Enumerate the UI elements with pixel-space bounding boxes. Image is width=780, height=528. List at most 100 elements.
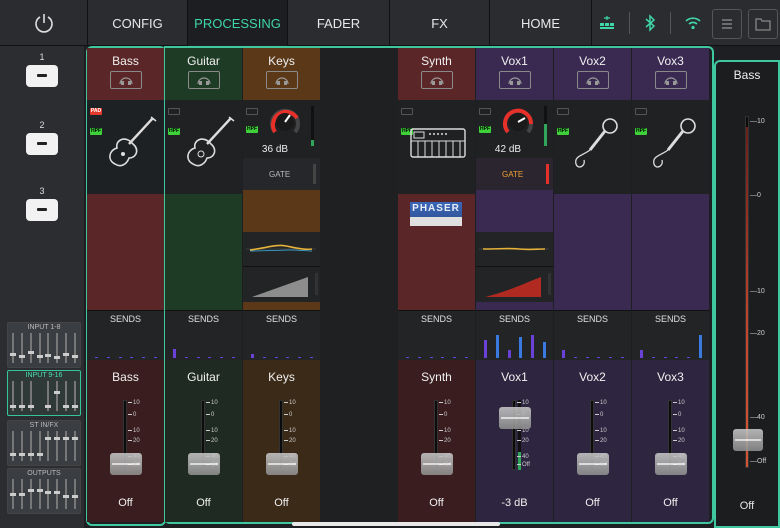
fader-handle[interactable] (266, 453, 298, 476)
channel-strip-keys[interactable]: Keys HPF 36 dB GATE SENDS Keys 10 0 10 2… (243, 48, 320, 522)
layer-3[interactable]: 3 (0, 186, 84, 221)
headphone-solo-button[interactable] (655, 71, 687, 89)
input-processing[interactable]: HPF 36 dB (243, 100, 320, 158)
layer-3-button[interactable] (26, 199, 58, 221)
sends-label: SENDS (420, 314, 452, 324)
channel-strip-guitar[interactable]: Guitar HPF SENDS Guitar 100102040Off Off (165, 48, 242, 522)
layer-1[interactable]: 1 (0, 52, 84, 87)
channel-strip-synth[interactable]: Synth HPF PHASER SENDS Synth 100102040Of… (398, 48, 475, 522)
sends-label: SENDS (654, 314, 686, 324)
microphone-icon (653, 118, 696, 168)
layer-2-button[interactable] (26, 133, 58, 155)
headphones-icon (275, 77, 289, 85)
send-level-bar (262, 357, 266, 358)
fx-slot[interactable]: PHASER (398, 194, 475, 310)
folder-icon (755, 18, 771, 31)
scale-tick: 20 (517, 438, 529, 444)
send-level-bar (429, 357, 433, 358)
eq-button[interactable] (476, 232, 553, 266)
fader-handle[interactable] (655, 453, 687, 476)
dca-fader-track[interactable] (745, 116, 749, 468)
sends-panel[interactable]: SENDS (632, 310, 709, 360)
input-processing[interactable]: PAD HPF (87, 100, 164, 194)
tab-processing[interactable]: PROCESSING (188, 0, 288, 46)
sends-panel[interactable]: SENDS (87, 310, 164, 360)
bank-outputs[interactable]: OUTPUTS (7, 468, 81, 514)
input-processing[interactable]: HPF (398, 100, 475, 194)
send-level-bar (562, 350, 565, 358)
fader-handle[interactable] (421, 453, 453, 476)
sends-panel[interactable]: SENDS (476, 310, 553, 360)
wifi-icon (685, 17, 701, 30)
tab-home[interactable]: HOME (490, 0, 592, 46)
channel-strip-vox1[interactable]: Vox1 HPF 42 dB GATE SENDS Vox1 10 10 20 … (476, 48, 553, 522)
scale-tick: 0 (439, 412, 447, 418)
home-indicator[interactable] (292, 522, 500, 526)
fader-handle[interactable] (188, 453, 220, 476)
layer-1-button[interactable] (26, 65, 58, 87)
fader-handle[interactable] (110, 453, 142, 476)
channel-strip-vox3[interactable]: Vox3 HPF SENDS Vox3 100102040Off Off (632, 48, 709, 522)
fader-channel-name: Vox2 (579, 370, 606, 384)
send-level-bar (220, 357, 224, 358)
bank-label: ST IN/FX (29, 422, 59, 429)
bank-input-1-8[interactable]: INPUT 1-8 (7, 322, 81, 368)
tab-config[interactable]: CONFIG (88, 0, 188, 46)
tab-fader[interactable]: FADER (288, 0, 390, 46)
power-button[interactable] (0, 0, 88, 46)
headphone-solo-button[interactable] (499, 71, 531, 89)
scenes-button[interactable] (712, 9, 742, 39)
compressor-button[interactable] (476, 266, 553, 302)
compressor-button[interactable] (243, 266, 320, 302)
sends-panel[interactable]: SENDS (243, 310, 320, 360)
input-processing[interactable]: HPF (165, 100, 242, 194)
fader-section: Keys 100102040Off Off (243, 360, 320, 522)
input-processing[interactable]: HPF (554, 100, 631, 194)
fx-slot[interactable] (554, 194, 631, 310)
hpf-badge: HPF (557, 128, 569, 135)
fader-section: Synth 100102040Off Off (398, 360, 475, 522)
tab-fx[interactable]: FX (390, 0, 490, 46)
send-level-bar (464, 357, 468, 358)
input-processing[interactable]: HPF 42 dB (476, 100, 553, 158)
scale-tick: 10 (595, 400, 607, 406)
headphone-solo-button[interactable] (266, 71, 298, 89)
headphone-solo-button[interactable] (110, 71, 142, 89)
fx-slot[interactable] (632, 194, 709, 310)
scale-tick: 10 (595, 428, 607, 434)
eq-button[interactable] (243, 232, 320, 266)
layer-2[interactable]: 2 (0, 120, 84, 155)
send-level-bar (495, 335, 499, 358)
send-level-bar (609, 357, 613, 358)
scale-tick: 10 (673, 400, 685, 406)
channel-strip-vox2[interactable]: Vox2 HPF SENDS Vox2 100102040Off Off (554, 48, 631, 522)
fx-slot[interactable] (243, 190, 320, 310)
bank-input-9-16[interactable]: INPUT 9-16 (7, 370, 81, 416)
headphone-solo-button[interactable] (577, 71, 609, 89)
send-level-bar (453, 357, 457, 358)
headphone-solo-button[interactable] (421, 71, 453, 89)
sends-panel[interactable]: SENDS (165, 310, 242, 360)
headphone-solo-button[interactable] (188, 71, 220, 89)
fx-slot[interactable] (476, 190, 553, 310)
fader-channel-name: Vox1 (501, 370, 528, 384)
bank-label: OUTPUTS (27, 470, 61, 477)
bank-mini-faders (10, 333, 78, 363)
layer-number: 2 (39, 120, 45, 130)
gate-button[interactable]: GATE (476, 158, 553, 190)
gate-button[interactable]: GATE (243, 158, 320, 190)
fader-channel-name: Guitar (187, 370, 220, 384)
sends-panel[interactable]: SENDS (398, 310, 475, 360)
sends-panel[interactable]: SENDS (554, 310, 631, 360)
bank-st-in-fx[interactable]: ST IN/FX (7, 420, 81, 466)
fader-handle[interactable] (577, 453, 609, 476)
files-button[interactable] (748, 9, 778, 39)
fx-slot[interactable] (87, 194, 164, 310)
input-processing[interactable]: HPF (632, 100, 709, 194)
fader-handle[interactable] (499, 407, 531, 430)
channel-strip-bass[interactable]: Bass PAD HPF SENDS Bass 100102040Off Off (87, 48, 164, 522)
dca-master-strip[interactable]: Bass —10 —0 —10 —20 —40 —Off Off (714, 60, 780, 528)
phaser-fx-button[interactable]: PHASER (410, 202, 462, 226)
dca-fader-handle[interactable] (733, 428, 763, 451)
fx-slot[interactable] (165, 194, 242, 310)
